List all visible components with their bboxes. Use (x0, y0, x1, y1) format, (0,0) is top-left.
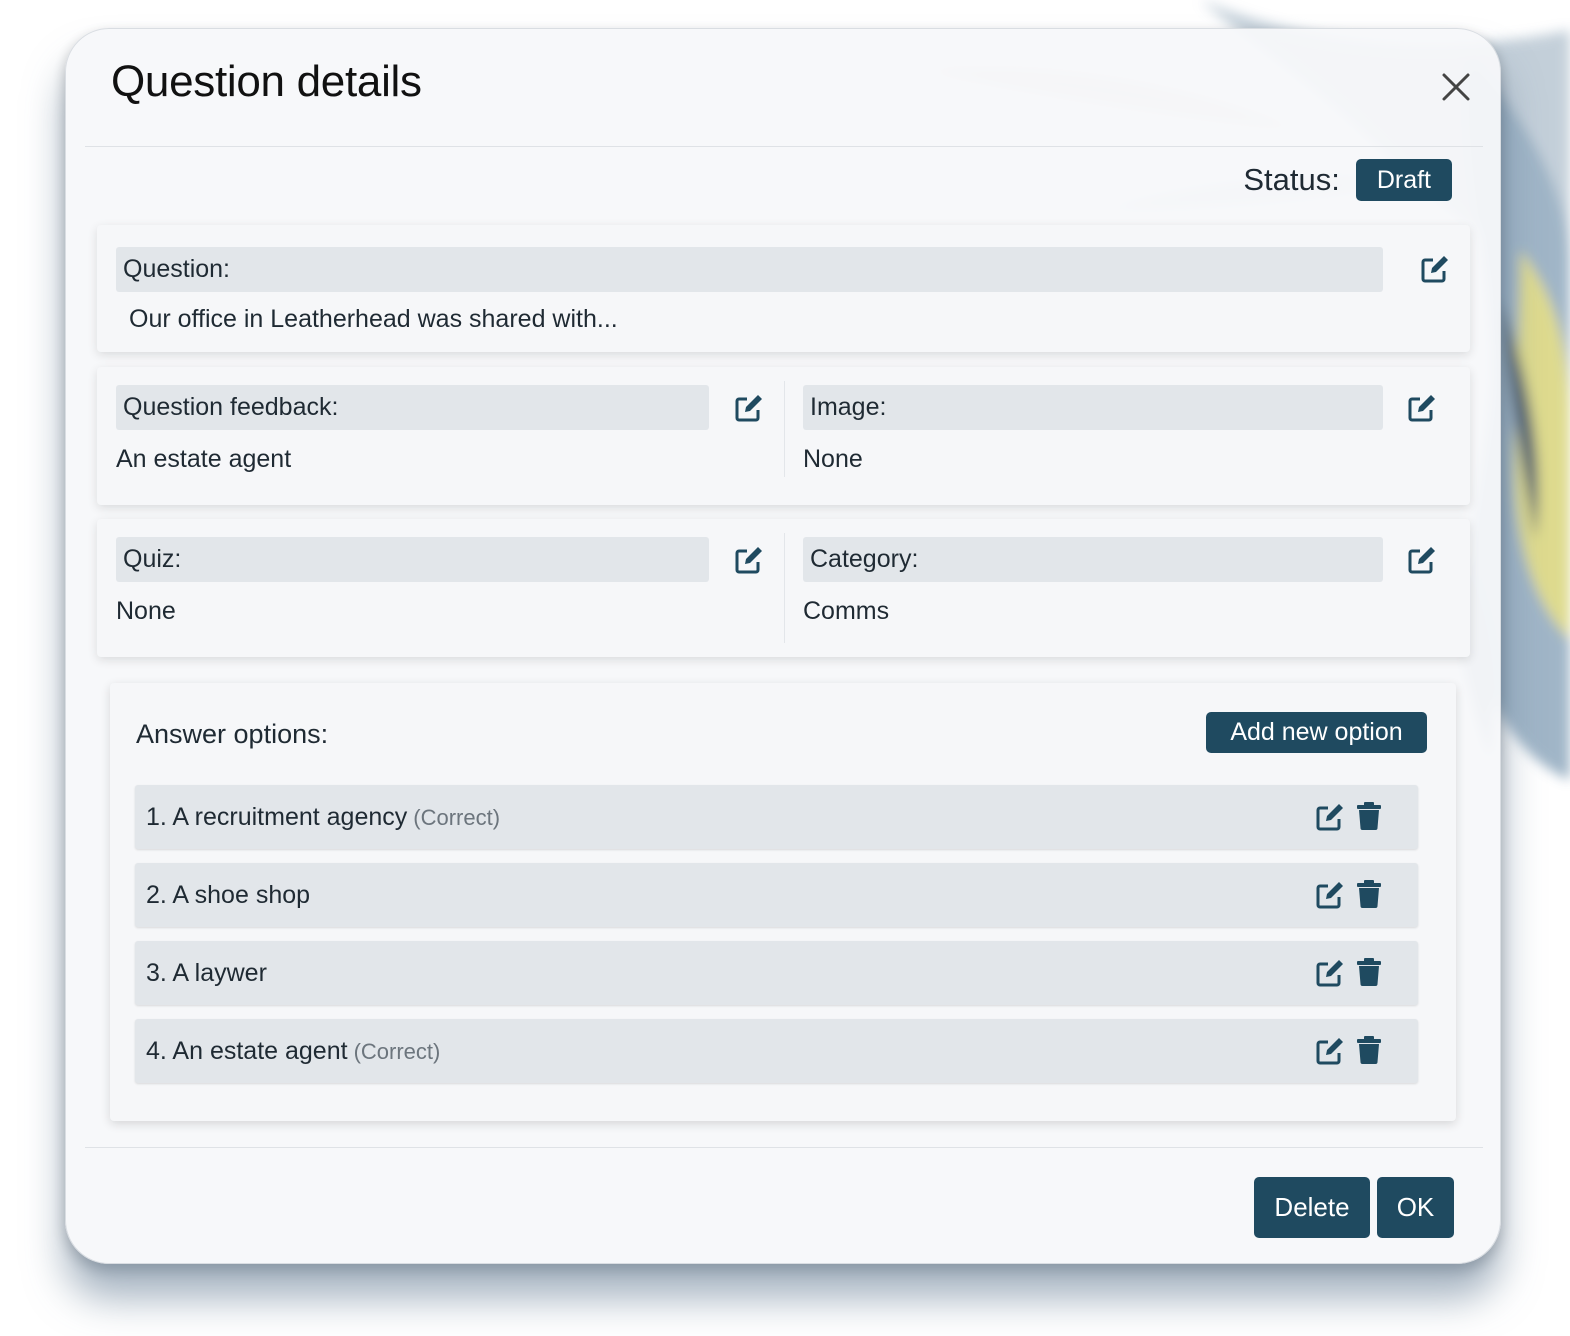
option-label: 3. A laywer (146, 959, 267, 987)
edit-question-icon[interactable] (1420, 254, 1450, 284)
delete-button[interactable]: Delete (1254, 1177, 1370, 1238)
answer-option-row[interactable]: 4. An estate agent (Correct) (135, 1019, 1418, 1083)
correct-tag: (Correct) (413, 805, 501, 830)
add-new-option-button[interactable]: Add new option (1206, 712, 1427, 753)
column-divider (784, 533, 785, 643)
edit-category-icon[interactable] (1407, 545, 1437, 575)
quiz-category-card: Quiz: None Category: Comms (97, 519, 1470, 657)
option-label: 1. A recruitment agency (146, 803, 408, 831)
category-label: Category: (803, 537, 1383, 582)
question-card: Question: Our office in Leatherhead was … (97, 225, 1470, 352)
answer-option-text: 3. A laywer (146, 941, 273, 1005)
answer-option-row[interactable]: 3. A laywer (135, 941, 1418, 1005)
feedback-label: Question feedback: (116, 385, 709, 430)
answer-option-text: 2. A shoe shop (146, 863, 316, 927)
answer-option-text: 1. A recruitment agency (Correct) (146, 785, 500, 849)
feedback-value: An estate agent (116, 445, 292, 473)
quiz-value: None (116, 597, 176, 625)
ok-button[interactable]: OK (1377, 1177, 1454, 1238)
close-icon[interactable] (1438, 69, 1474, 105)
trash-icon[interactable] (1357, 1036, 1381, 1064)
option-label: 2. A shoe shop (146, 881, 311, 909)
option-label: 4. An estate agent (146, 1037, 348, 1065)
trash-icon[interactable] (1357, 802, 1381, 830)
edit-quiz-icon[interactable] (734, 545, 764, 575)
column-divider (784, 381, 785, 477)
answer-option-row[interactable]: 2. A shoe shop (135, 863, 1418, 927)
edit-option-icon[interactable] (1315, 802, 1345, 832)
status-label: Status: (1243, 162, 1340, 197)
answer-option-text: 4. An estate agent (Correct) (146, 1019, 440, 1083)
footer-divider (85, 1147, 1483, 1148)
question-value: Our office in Leatherhead was shared wit… (129, 305, 618, 333)
correct-tag: (Correct) (353, 1039, 441, 1064)
image-label: Image: (803, 385, 1383, 430)
answer-options-panel: Answer options: Add new option 1. A recr… (110, 683, 1456, 1121)
category-value: Comms (803, 597, 890, 625)
image-value: None (803, 445, 863, 473)
question-label: Question: (116, 247, 1383, 292)
answer-option-row[interactable]: 1. A recruitment agency (Correct) (135, 785, 1418, 849)
quiz-label: Quiz: (116, 537, 709, 582)
edit-feedback-icon[interactable] (734, 393, 764, 423)
header-divider (85, 146, 1483, 147)
edit-image-icon[interactable] (1407, 393, 1437, 423)
modal-title: Question details (111, 57, 422, 106)
status-row: Status: Draft (1243, 159, 1452, 201)
trash-icon[interactable] (1357, 880, 1381, 908)
question-details-modal: Question details Status: Draft Question:… (65, 28, 1501, 1264)
status-badge: Draft (1355, 159, 1452, 201)
feedback-image-card: Question feedback: An estate agent Image… (97, 367, 1470, 505)
trash-icon[interactable] (1357, 958, 1381, 986)
edit-option-icon[interactable] (1315, 958, 1345, 988)
edit-option-icon[interactable] (1315, 880, 1345, 910)
edit-option-icon[interactable] (1315, 1036, 1345, 1066)
answer-options-title: Answer options: (136, 719, 329, 749)
